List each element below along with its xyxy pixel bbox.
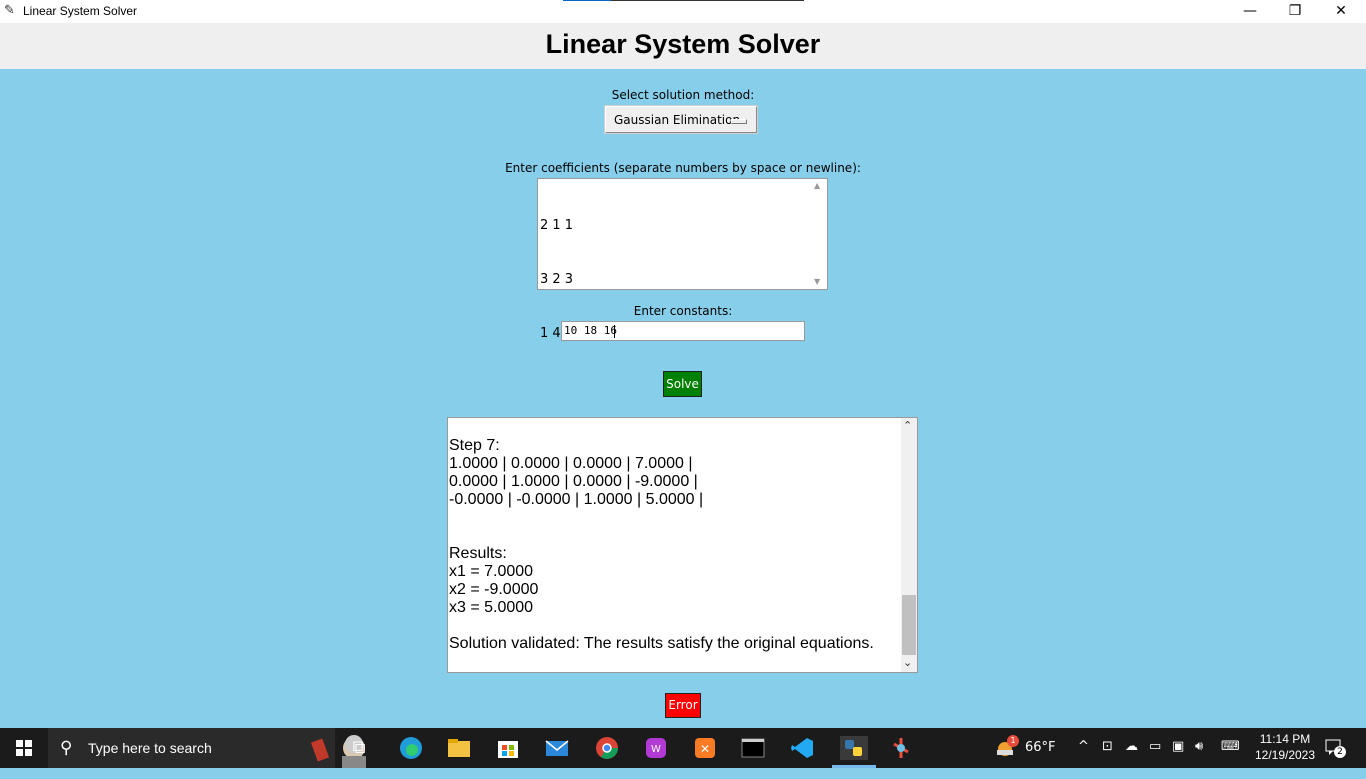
solve-button[interactable]: Solve	[663, 371, 702, 397]
constants-label: Enter constants:	[633, 304, 733, 318]
feather-app-icon: ✎	[4, 3, 15, 18]
battery-icon[interactable]: ▭	[1149, 739, 1161, 779]
notification-center-icon[interactable]: 2	[1324, 738, 1346, 758]
constants-value: 10 18 16	[564, 324, 617, 337]
output-line: Results:	[449, 545, 507, 562]
taskbar-search-box[interactable]: ⚲ Type here to search	[48, 728, 366, 768]
xampp-icon[interactable]: ✕	[692, 736, 718, 760]
titlebar-accent-line	[611, 0, 804, 1]
coefficients-text: 2 1 1 3 2 3 1 4 9	[540, 181, 573, 379]
notification-count-badge: 2	[1334, 746, 1346, 758]
svg-text:✕: ✕	[700, 742, 710, 756]
error-button[interactable]: Error	[665, 693, 701, 718]
search-placeholder: Type here to search	[88, 740, 212, 756]
maximize-button[interactable]: ❐	[1272, 0, 1318, 23]
method-option-menu[interactable]: Gaussian Elimination	[604, 105, 758, 134]
method-selected-value: Gaussian Elimination	[614, 113, 741, 127]
output-text: Step 7: 1.0000 | 0.0000 | 0.0000 | 7.000…	[449, 437, 874, 653]
output-line: x2 = -9.0000	[449, 581, 539, 598]
scroll-down-icon[interactable]: ▼	[814, 277, 820, 286]
output-textarea[interactable]: Step 7: 1.0000 | 0.0000 | 0.0000 | 7.000…	[447, 417, 918, 673]
titlebar-accent	[563, 0, 611, 1]
windows-logo-icon	[16, 740, 32, 756]
clock-time: 11:14 PM	[1259, 732, 1311, 746]
task-view-icon[interactable]: ⧉	[346, 736, 372, 760]
edge-icon[interactable]	[398, 736, 424, 760]
output-line: Step 7:	[449, 437, 500, 454]
text-caret	[613, 324, 615, 338]
output-line: Solution validated: The results satisfy …	[449, 635, 874, 652]
file-explorer-icon[interactable]	[446, 736, 472, 760]
app-header: Linear System Solver	[0, 23, 1366, 69]
output-line: x3 = 5.0000	[449, 599, 534, 616]
window-title: Linear System Solver	[23, 4, 138, 18]
coefficients-label: Enter coefficients (separate numbers by …	[505, 161, 861, 175]
vs-code-icon[interactable]	[789, 736, 815, 760]
minimize-button[interactable]: —	[1227, 0, 1273, 23]
method-label: Select solution method:	[611, 88, 755, 102]
coefficients-scrollbar[interactable]: ▲ ▼	[811, 179, 827, 289]
git-tool-icon[interactable]	[888, 736, 914, 760]
start-button[interactable]	[0, 728, 48, 768]
keyboard-icon[interactable]: ⌨	[1221, 739, 1240, 779]
terminal-icon[interactable]	[740, 736, 766, 760]
coefficients-line: 3 2 3	[540, 272, 574, 287]
chrome-icon[interactable]	[594, 736, 620, 760]
scroll-up-icon[interactable]: ▲	[814, 181, 820, 190]
python-icon[interactable]	[840, 736, 868, 760]
network-icon[interactable]: ▣	[1172, 739, 1184, 779]
weather-temperature: 66°F	[1025, 740, 1056, 755]
output-line: x1 = 7.0000	[449, 563, 534, 580]
option-menu-indicator-icon	[731, 119, 747, 124]
scroll-up-icon[interactable]: ⌃	[903, 419, 912, 432]
windows-taskbar: ⚲ Type here to search ⧉ W ✕ 1 66°F ^ ⊡ ☁…	[0, 728, 1366, 768]
system-clock[interactable]: 11:14 PM 12/19/2023	[1250, 731, 1320, 763]
mail-icon[interactable]	[544, 736, 570, 760]
scroll-down-icon[interactable]: ⌄	[903, 656, 912, 669]
coefficients-textarea[interactable]: 2 1 1 3 2 3 1 4 9 ▲ ▼	[537, 178, 828, 341]
wps-office-icon[interactable]: W	[643, 736, 669, 760]
show-hidden-icons-chevron-icon[interactable]: ^	[1078, 739, 1089, 779]
clock-date: 12/19/2023	[1254, 748, 1316, 762]
weather-badge: 1	[1007, 735, 1019, 747]
window-titlebar: ✎ Linear System Solver — ❐ ✕	[0, 0, 1366, 23]
close-button[interactable]: ✕	[1318, 0, 1364, 23]
output-line: 0.0000 | 1.0000 | 0.0000 | -9.0000 |	[449, 473, 698, 490]
svg-text:W: W	[651, 744, 661, 755]
output-line: -0.0000 | -0.0000 | 1.0000 | 5.0000 |	[449, 491, 704, 508]
volume-icon[interactable]: 🔊︎	[1195, 739, 1203, 779]
scrollbar-thumb[interactable]	[902, 595, 916, 655]
search-icon: ⚲	[60, 738, 73, 758]
constants-input[interactable]: 10 18 16	[561, 321, 805, 341]
microsoft-store-icon[interactable]	[495, 736, 521, 760]
page-title: Linear System Solver	[545, 29, 821, 59]
onedrive-cloud-icon[interactable]: ☁	[1125, 739, 1138, 779]
meet-now-icon[interactable]: ⊡	[1102, 739, 1113, 779]
output-scrollbar[interactable]: ⌃ ⌄	[901, 418, 917, 672]
output-line: 1.0000 | 0.0000 | 0.0000 | 7.0000 |	[449, 455, 693, 472]
coefficients-line: 2 1 1	[540, 218, 574, 233]
